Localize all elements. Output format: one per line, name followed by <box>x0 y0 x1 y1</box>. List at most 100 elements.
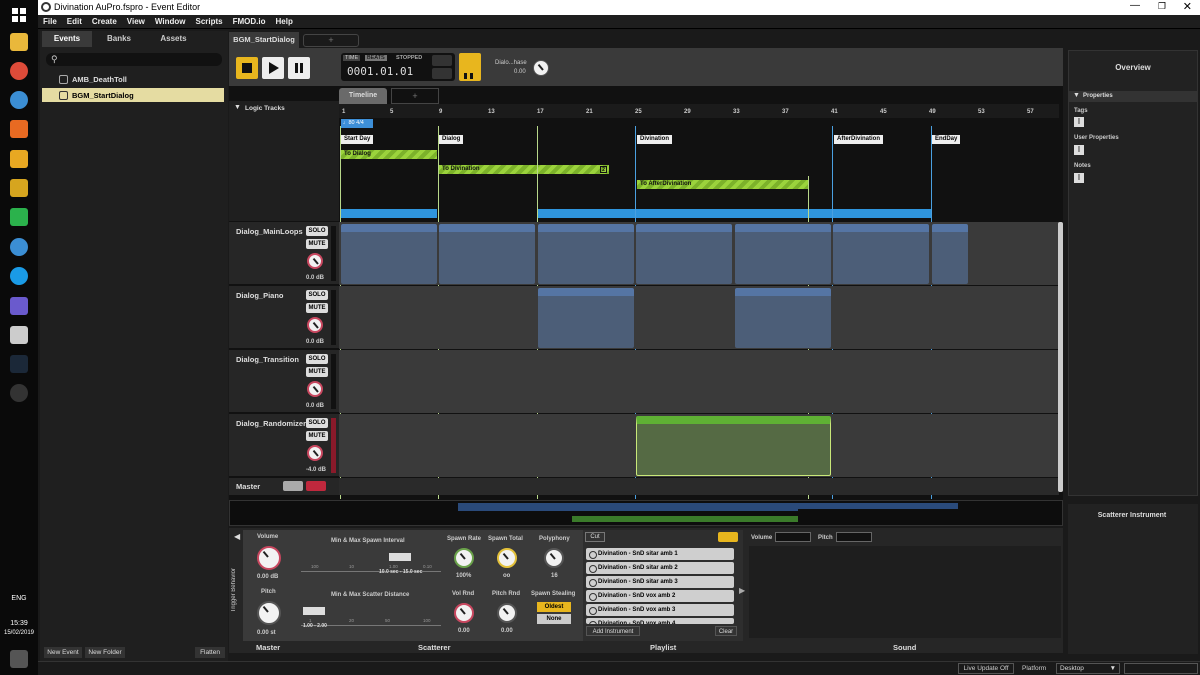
playlist-item[interactable]: Divination - SnD sitar amb 2 <box>586 562 734 574</box>
browser-icon[interactable] <box>10 238 28 256</box>
menu-create[interactable]: Create <box>87 15 122 28</box>
master-volume-knob[interactable] <box>257 546 281 570</box>
tab-banks[interactable]: Banks <box>94 31 144 47</box>
app-white-icon[interactable] <box>10 326 28 344</box>
solo-button[interactable]: SOLO <box>306 290 328 300</box>
none-button[interactable]: None <box>537 614 571 624</box>
region-audio[interactable]: BGM_Dialogue Synth <box>439 224 535 284</box>
new-event-button[interactable]: New Event <box>44 647 82 658</box>
region-scatterer[interactable]: Scatterer Instrument <box>636 416 831 476</box>
live-update-button[interactable]: Live Update Off <box>958 663 1014 674</box>
file-explorer-icon[interactable] <box>10 33 28 51</box>
shuffle-mode-button[interactable] <box>718 532 738 542</box>
tab-events[interactable]: Events <box>42 31 92 47</box>
tags-edit-icon[interactable]: I <box>1074 117 1084 127</box>
platform-select[interactable]: Desktop ▼ <box>1056 663 1120 674</box>
expand-right-icon[interactable]: ▶ <box>739 586 745 595</box>
solo-button[interactable]: SOLO <box>306 354 328 364</box>
chrome-icon[interactable] <box>10 62 28 80</box>
collapse-left-icon[interactable]: ◀ <box>234 532 240 541</box>
volume-knob[interactable] <box>307 381 323 397</box>
sound-pitch-field[interactable] <box>836 532 872 542</box>
range-handle[interactable] <box>389 553 411 561</box>
loop-region-2[interactable] <box>537 209 931 218</box>
app-orange-icon[interactable] <box>10 120 28 138</box>
add-tab-button[interactable]: + <box>303 34 359 47</box>
playlist-item[interactable]: Divination - SnD sitar amb 1 <box>586 548 734 560</box>
menu-edit[interactable]: Edit <box>62 15 87 28</box>
spawn-total-knob[interactable] <box>497 548 517 568</box>
playlist-item[interactable]: Divination - SnD sitar amb 3 <box>586 576 734 588</box>
add-instrument-button[interactable]: Add Instrument <box>586 626 640 636</box>
lane-piano[interactable]: BGM_Dialogue Piano BGM_Dialogue Piano <box>339 286 1059 349</box>
spawn-rate-knob[interactable] <box>454 548 474 568</box>
discord-icon[interactable] <box>10 297 28 315</box>
mute-button[interactable]: MUTE <box>306 239 328 249</box>
skype-icon[interactable] <box>10 267 28 285</box>
loop-toggle[interactable] <box>432 55 452 66</box>
marker-start-day[interactable]: Start Day <box>341 135 374 144</box>
event-item-amb-deathtoll[interactable]: AMB_DeathToll <box>42 72 224 86</box>
fmod-icon[interactable] <box>10 384 28 402</box>
user-properties-edit-icon[interactable]: I <box>1074 145 1084 155</box>
marker-endday[interactable]: EndDay <box>932 135 961 144</box>
mute-button[interactable]: MUTE <box>306 303 328 313</box>
pitch-knob[interactable] <box>257 601 281 625</box>
menu-help[interactable]: Help <box>271 15 298 28</box>
region-audio[interactable]: BG...nd <box>932 224 968 284</box>
play-button[interactable] <box>262 57 284 79</box>
oldest-button[interactable]: Oldest <box>537 602 571 612</box>
lane-transition[interactable] <box>339 350 1059 413</box>
tab-bgm-startdialog[interactable]: BGM_StartDialog <box>229 32 299 48</box>
tempo-marker[interactable]: ♩80 4/4 <box>341 119 373 128</box>
volume-knob[interactable] <box>307 445 323 461</box>
notification-icon[interactable] <box>10 650 28 668</box>
region-audio[interactable]: BGM_Divination <box>636 224 732 284</box>
new-folder-button[interactable]: New Folder <box>85 647 125 658</box>
trigger-behavior-label[interactable]: Trigger Behavior <box>231 568 237 612</box>
vertical-scrollbar[interactable] <box>1058 222 1063 492</box>
menu-view[interactable]: View <box>122 15 150 28</box>
collapse-icon[interactable]: ▼ <box>234 104 241 111</box>
parameter-knob[interactable] <box>533 60 549 76</box>
steam-icon[interactable] <box>10 355 28 373</box>
polyphony-knob[interactable] <box>544 548 564 568</box>
search-input[interactable]: ⚲ <box>46 53 222 66</box>
pitch-rnd-knob[interactable] <box>497 603 517 623</box>
region-audio[interactable]: Divination - Start Day draft <box>341 224 437 284</box>
volume-knob[interactable] <box>307 317 323 333</box>
menu-window[interactable]: Window <box>150 15 191 28</box>
playlist-item[interactable]: Divination - SnD vox amb 4 <box>586 618 734 624</box>
region-audio[interactable]: BGM_Dialogue Piano <box>538 288 634 348</box>
tab-assets[interactable]: Assets <box>146 31 201 47</box>
solo-button[interactable]: SOLO <box>306 226 328 236</box>
solo-button[interactable]: SOLO <box>306 418 328 428</box>
timeline-overview[interactable] <box>229 500 1063 526</box>
restore-icon[interactable]: ❐ <box>1158 1 1166 12</box>
marker-divination[interactable]: Divination <box>637 135 673 144</box>
beats-mode-button[interactable]: BEATS <box>365 55 387 61</box>
transition-to-afterdivination[interactable]: To AfterDivination <box>637 180 809 189</box>
master-fader[interactable] <box>306 481 326 491</box>
range-handle[interactable] <box>303 607 325 615</box>
marker-dialog[interactable]: Dialog <box>439 135 464 144</box>
loop-region-1[interactable] <box>341 209 437 218</box>
flatten-button[interactable]: Flatten <box>195 647 225 658</box>
app-yellow-icon[interactable] <box>10 150 28 168</box>
master-mute-button[interactable] <box>283 481 303 491</box>
sound-volume-field[interactable] <box>775 532 811 542</box>
transition-to-dialog[interactable]: To Dialog <box>341 150 437 159</box>
menu-fmod-io[interactable]: FMOD.io <box>228 15 271 28</box>
playlist-item[interactable]: Divination - SnD vox amb 2 <box>586 590 734 602</box>
marker-afterdivination[interactable]: AfterDivination <box>834 135 884 144</box>
region-audio[interactable]: BGM_After Divination <box>833 224 929 284</box>
volume-knob[interactable] <box>307 253 323 269</box>
mute-button[interactable]: MUTE <box>306 431 328 441</box>
menu-file[interactable]: File <box>38 15 62 28</box>
menu-scripts[interactable]: Scripts <box>190 15 227 28</box>
logic-tracks-toggle[interactable] <box>459 53 481 81</box>
add-parameter-tab[interactable]: + <box>391 88 439 104</box>
vol-rnd-knob[interactable] <box>454 603 474 623</box>
line-icon[interactable] <box>10 208 28 226</box>
region-audio[interactable]: BGM_Dialogue Piano <box>735 288 831 348</box>
